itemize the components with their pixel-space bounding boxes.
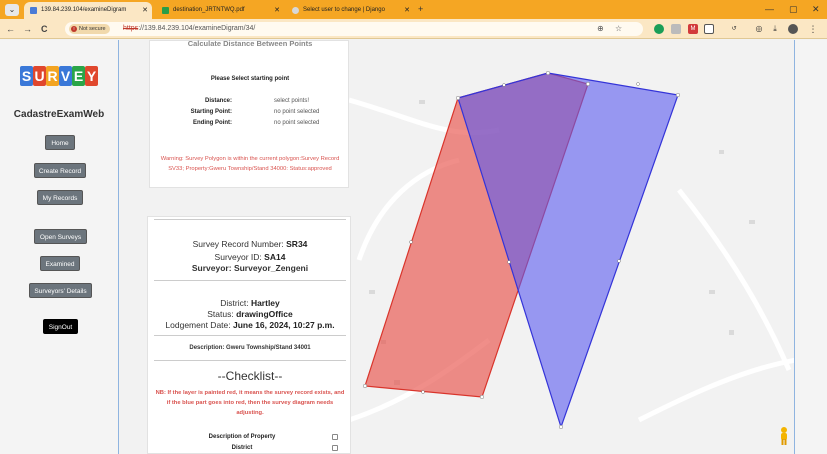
surveyor-id-line: Surveyor ID: SA14 [214,252,286,262]
survey-logo: S U R V E Y [20,66,98,86]
home-button[interactable]: Home [45,135,75,150]
history-icon[interactable]: ↺ [729,24,739,34]
divider [154,335,346,336]
app-name: CadastreExamWeb [13,109,105,120]
divider [154,219,346,220]
restore-icon[interactable]: ▢ [789,3,798,15]
close-window-icon[interactable]: ✕ [812,3,820,15]
url-bar[interactable]: ! Not secure https://139.84.239.104/exam… [65,22,643,36]
extension-puzzle-icon[interactable] [704,24,714,34]
examined-button[interactable]: Examined [40,256,80,271]
tab-search-icon[interactable]: ⌄ [5,4,19,16]
description-checkbox[interactable] [332,434,338,440]
new-tab-button[interactable]: + [418,3,423,15]
download-icon[interactable]: ⤓ [770,24,780,34]
sidebar: S U R V E Y CadastreExamWeb Home Create … [0,40,118,454]
loading-favicon-icon [292,7,299,14]
distance-panel: Calculate Distance Between Points Please… [149,40,349,188]
divider [154,360,346,361]
minimize-icon[interactable]: — [765,3,774,15]
signout-button[interactable]: SignOut [43,319,78,334]
surveyors-details-button[interactable]: Surveyors' Details [29,283,92,298]
create-record-button[interactable]: Create Record [34,163,86,178]
record-number-line: Survey Record Number: SR34 [192,239,308,249]
url-text: https://139.84.239.104/examineDigram/34/ [123,25,256,32]
extension-m-icon[interactable]: M [688,24,698,34]
divider [154,280,346,281]
distance-panel-title: Calculate Distance Between Points [187,40,313,48]
drive-favicon-icon [162,7,169,14]
extension-doc-icon[interactable] [671,24,681,34]
warning-icon: ! [71,26,77,32]
address-toolbar: ← → C ! Not secure https://139.84.239.10… [0,19,827,39]
back-icon[interactable]: ← [6,23,15,35]
profile-avatar-icon[interactable] [788,24,798,34]
menu-kebab-icon[interactable]: ⋮ [808,24,818,34]
close-tab-icon[interactable]: ✕ [274,2,280,19]
page-margin [795,40,827,454]
zoom-icon[interactable]: ⊕ [597,23,604,35]
map-content-area: Calculate Distance Between Points Please… [118,40,795,454]
page-favicon-icon [30,7,37,14]
survey-record-panel: Survey Record Number: SR34 Surveyor ID: … [147,216,351,454]
browser-tab-bar: ⌄ 139.84.239.104/examineDigram ✕ destina… [0,0,827,19]
select-start-point-text: Please Select starting point [210,76,290,82]
surveyor-line: Surveyor: Surveyor_Zengeni [191,263,309,273]
forward-icon[interactable]: → [23,23,32,35]
extension-green-icon[interactable] [654,24,664,34]
close-tab-icon[interactable]: ✕ [404,2,410,19]
district-checkbox[interactable] [332,445,338,451]
bookmark-star-icon[interactable]: ☆ [615,23,622,35]
street-view-pegman-icon[interactable] [777,426,791,446]
overlap-warning: Warning: Survey Polygon is within the cu… [160,156,340,172]
district-line: District: Hartley [220,298,280,308]
status-line: Status: drawingOffice [207,309,293,319]
checklist-note: NB: If the layer is painted red, it mean… [155,390,345,416]
tab-destination-pdf[interactable]: destination_JRTNTWQ.pdf ✕ [156,2,284,19]
security-chip[interactable]: ! Not secure [69,24,110,34]
close-tab-icon[interactable]: ✕ [142,2,148,19]
open-surveys-button[interactable]: Open Surveys [34,229,87,244]
tab-search-toolbar-icon[interactable]: ◎ [754,24,764,34]
lodgement-date-line: Lodgement Date: June 16, 2024, 10:27 p.m… [165,320,335,330]
tab-examine-digram[interactable]: 139.84.239.104/examineDigram ✕ [24,2,152,19]
description-line: Description: Gweru Township/Stand 34001 [189,345,311,351]
my-records-button[interactable]: My Records [37,190,83,205]
tab-django-admin[interactable]: Select user to change | Django ✕ [286,2,414,19]
checklist-title: --Checklist-- [217,369,283,383]
reload-icon[interactable]: C [41,23,48,35]
